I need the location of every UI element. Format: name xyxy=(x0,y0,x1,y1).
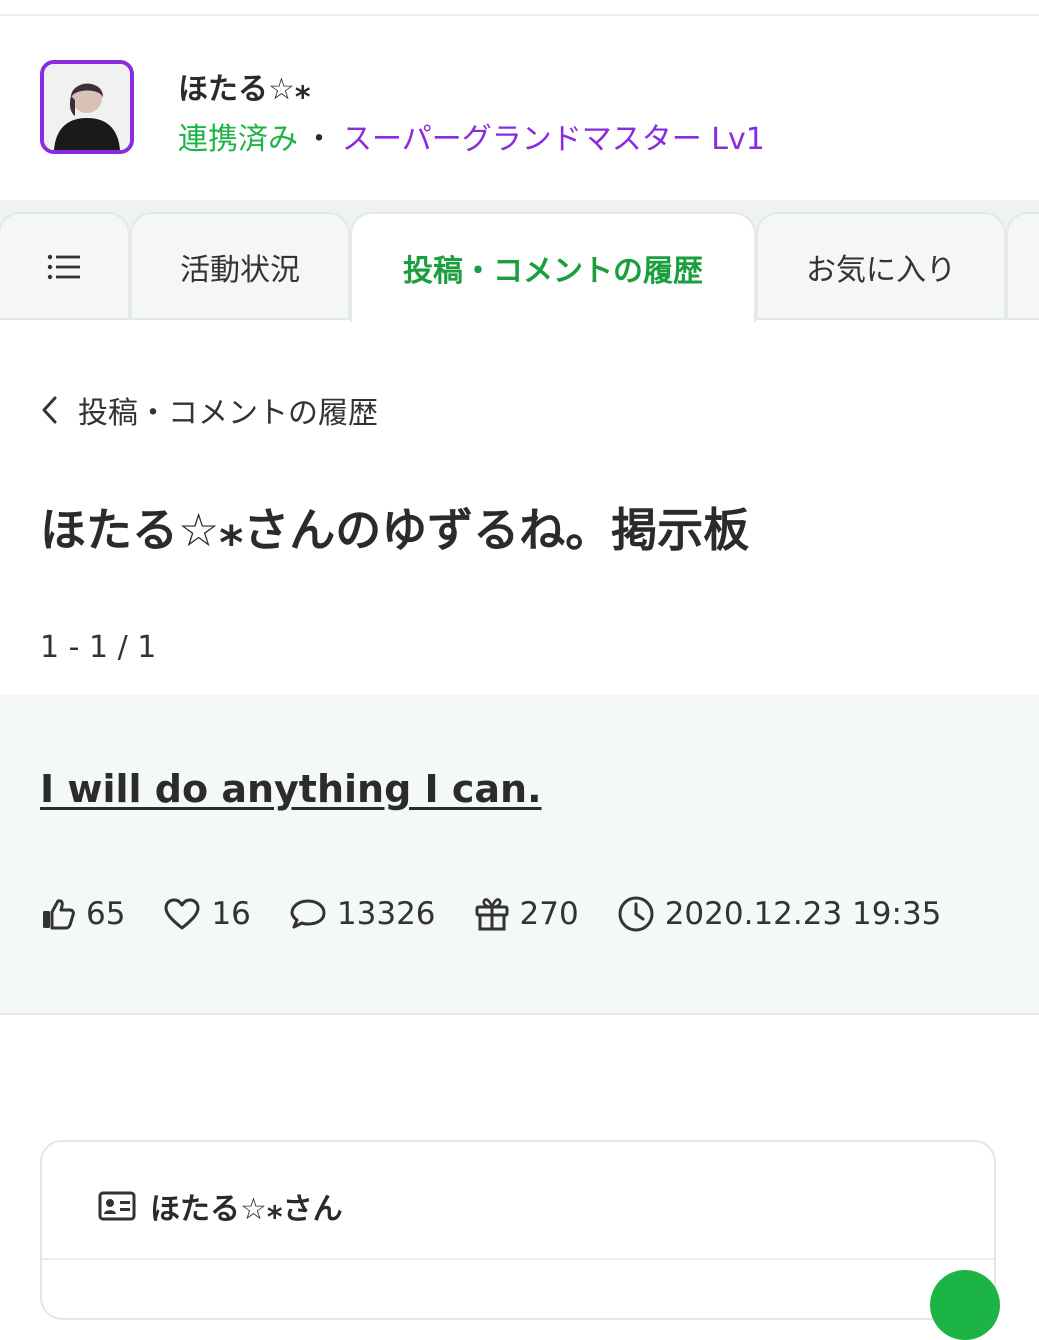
tab-overflow[interactable] xyxy=(1006,212,1039,320)
post-item[interactable]: I will do anything I can. 65 16 13326 27… xyxy=(0,695,1039,1015)
profile-name: ほたる☆⁎ xyxy=(178,72,311,107)
thumbs-up-icon xyxy=(43,899,75,930)
tab-activity[interactable]: 活動状況 xyxy=(130,212,350,320)
like-count: 65 xyxy=(40,896,125,932)
linked-status: 連携済み xyxy=(178,122,298,157)
page-title: ほたる☆⁎さんのゆずるね。掲示板 xyxy=(40,503,750,557)
gift-count-value: 270 xyxy=(519,896,579,932)
comment-count-value: 13326 xyxy=(336,896,436,932)
comment-icon xyxy=(290,899,326,929)
tab-menu[interactable] xyxy=(0,212,130,320)
top-divider xyxy=(0,14,1039,16)
profile-card-name: ほたる☆⁎さん xyxy=(150,1192,343,1227)
result-count: 1 - 1 / 1 xyxy=(40,630,157,665)
id-card-icon xyxy=(98,1191,136,1221)
comment-count: 13326 xyxy=(289,896,436,932)
heart-count-value: 16 xyxy=(211,896,251,932)
gift-count: 270 xyxy=(474,896,579,932)
post-title-link[interactable]: I will do anything I can. xyxy=(40,767,542,811)
tab-bar: 活動状況 投稿・コメントの履歴 お気に入り xyxy=(0,200,1039,322)
profile-card-divider xyxy=(42,1258,994,1260)
post-datetime-value: 2020.12.23 19:35 xyxy=(664,896,942,932)
heart-icon xyxy=(164,898,200,930)
back-link-label: 投稿・コメントの履歴 xyxy=(78,396,378,431)
heart-count: 16 xyxy=(163,896,251,932)
status-separator: ・ xyxy=(304,122,334,157)
rank-label: スーパーグランドマスター Lv1 xyxy=(342,122,765,157)
follow-button[interactable] xyxy=(930,1270,1000,1340)
like-count-value: 65 xyxy=(86,896,126,932)
chevron-left-icon xyxy=(42,396,57,424)
gift-icon xyxy=(475,898,509,931)
profile-status: 連携済み・スーパーグランドマスター Lv1 xyxy=(178,114,765,158)
list-icon xyxy=(47,254,80,280)
profile-card: ほたる☆⁎さん xyxy=(40,1140,1000,1340)
post-stats: 65 16 13326 270 2020.12.23 19:35 xyxy=(40,895,979,933)
tab-post-history[interactable]: 投稿・コメントの履歴 xyxy=(350,212,756,322)
back-link[interactable]: 投稿・コメントの履歴 xyxy=(40,388,378,432)
avatar[interactable] xyxy=(40,60,134,154)
clock-icon xyxy=(618,896,654,932)
post-datetime: 2020.12.23 19:35 xyxy=(617,895,942,933)
tab-favorites[interactable]: お気に入り xyxy=(756,212,1006,320)
profile-card-header: ほたる☆⁎さん xyxy=(98,1184,343,1228)
